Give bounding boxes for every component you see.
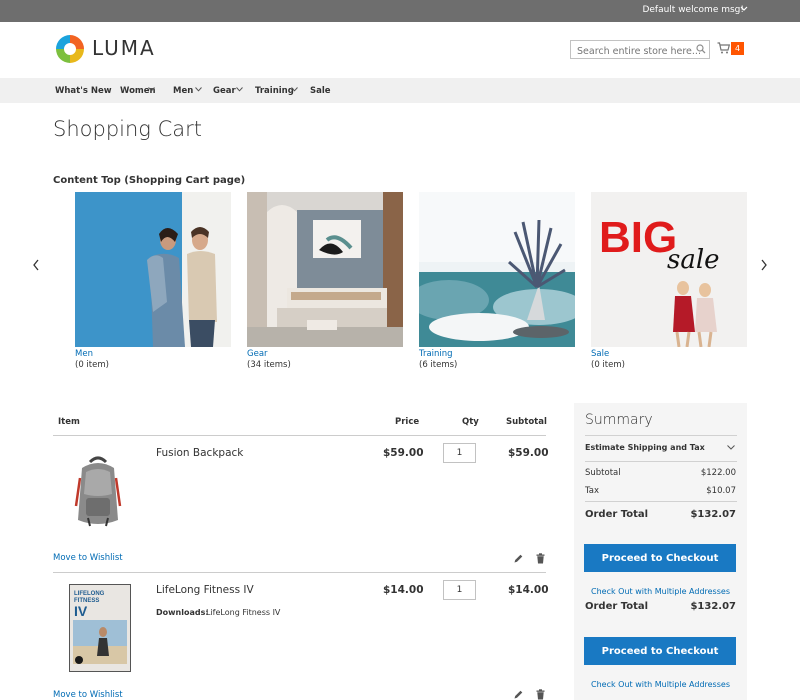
move-to-wishlist-link[interactable]: Move to Wishlist: [53, 690, 123, 700]
proceed-to-checkout-button[interactable]: Proceed to Checkout: [584, 544, 736, 572]
downloads-label: Downloads:: [156, 608, 209, 617]
carousel-next-icon[interactable]: [760, 259, 768, 271]
move-to-wishlist-link[interactable]: Move to Wishlist: [53, 553, 123, 563]
category-card-gear[interactable]: Gear (34 items): [247, 192, 403, 370]
summary-title: Summary: [585, 412, 653, 428]
column-header-item: Item: [58, 417, 80, 427]
checkout-multiple-addresses-link[interactable]: Check Out with Multiple Addresses: [574, 680, 747, 689]
cart-item-subtotal: $14.00: [508, 584, 549, 596]
order-total-label: Order Total: [585, 601, 649, 612]
tax-label: Tax: [585, 486, 600, 496]
proceed-to-checkout-button[interactable]: Proceed to Checkout: [584, 637, 736, 665]
search-input[interactable]: [570, 40, 710, 59]
trash-icon[interactable]: [535, 689, 546, 700]
luma-logo-icon[interactable]: [55, 34, 85, 64]
column-header-price: Price: [395, 417, 420, 427]
cart-item-subtotal: $59.00: [508, 447, 549, 459]
chevron-down-icon[interactable]: [236, 87, 243, 92]
men-category-image[interactable]: [75, 192, 231, 347]
table-divider: [53, 435, 546, 436]
sale-banner-sale: sale: [667, 245, 720, 275]
tax-value: $10.07: [706, 486, 736, 496]
category-card-sale[interactable]: BIG sale Sale (0 item): [591, 192, 747, 370]
carousel-prev-icon[interactable]: [32, 259, 40, 271]
dvd-title-line: IV: [74, 603, 88, 619]
quantity-input[interactable]: 1: [443, 580, 476, 600]
search-icon[interactable]: [696, 44, 706, 54]
nav-item-training[interactable]: Training: [255, 86, 294, 96]
chevron-down-icon[interactable]: [195, 87, 202, 92]
subtotal-label: Subtotal: [585, 468, 621, 478]
category-count-men: (0 item): [75, 360, 109, 370]
chevron-down-icon[interactable]: [727, 445, 735, 450]
category-count-sale: (0 item): [591, 360, 625, 370]
gear-category-image[interactable]: [247, 192, 403, 347]
content-top-title: Content Top (Shopping Cart page): [53, 175, 246, 186]
estimate-shipping-toggle[interactable]: Estimate Shipping and Tax: [585, 443, 705, 452]
edit-pencil-icon[interactable]: [513, 553, 524, 564]
top-bar: Default welcome msg!: [0, 0, 800, 22]
order-total-value: $132.07: [690, 601, 736, 612]
column-header-qty: Qty: [462, 417, 479, 427]
training-category-image[interactable]: [419, 192, 575, 347]
trash-icon[interactable]: [535, 553, 546, 564]
checkout-multiple-addresses-link[interactable]: Check Out with Multiple Addresses: [574, 587, 747, 596]
edit-pencil-icon[interactable]: [513, 689, 524, 700]
subtotal-value: $122.00: [700, 468, 736, 478]
cart-item-price: $59.00: [383, 447, 424, 459]
fusion-backpack-image[interactable]: [68, 454, 128, 530]
sale-category-image[interactable]: BIG sale: [591, 192, 747, 347]
main-navigation: What's New Women Men Gear Training Sale: [0, 78, 800, 103]
order-summary: Summary Estimate Shipping and Tax Subtot…: [574, 403, 747, 700]
chevron-down-icon[interactable]: [148, 87, 155, 92]
category-name-sale[interactable]: Sale: [591, 349, 609, 359]
lifelong-fitness-dvd-image[interactable]: LIFELONG FITNESS IV: [69, 584, 131, 672]
category-count-gear: (34 items): [247, 360, 291, 370]
shopping-cart-icon[interactable]: [717, 42, 730, 54]
nav-item-sale[interactable]: Sale: [310, 86, 331, 96]
summary-divider: [585, 435, 737, 436]
sale-banner-big: BIG: [599, 213, 677, 262]
cart-count-badge[interactable]: 4: [731, 42, 744, 55]
chevron-down-icon[interactable]: [740, 4, 748, 12]
summary-divider: [585, 501, 737, 502]
nav-item-men[interactable]: Men: [173, 86, 193, 96]
order-total-label: Order Total: [585, 509, 649, 520]
chevron-down-icon[interactable]: [291, 87, 298, 92]
table-divider: [53, 572, 546, 573]
column-header-subtotal: Subtotal: [506, 417, 547, 427]
cart-item-name[interactable]: Fusion Backpack: [156, 447, 243, 459]
order-total-value: $132.07: [690, 509, 736, 520]
nav-item-gear[interactable]: Gear: [213, 86, 236, 96]
category-name-gear[interactable]: Gear: [247, 349, 268, 359]
cart-item-name[interactable]: LifeLong Fitness IV: [156, 584, 254, 596]
quantity-input[interactable]: 1: [443, 443, 476, 463]
summary-divider: [585, 461, 737, 462]
category-card-men[interactable]: Men (0 item): [75, 192, 231, 370]
cart-item-price: $14.00: [383, 584, 424, 596]
category-name-training[interactable]: Training: [419, 349, 453, 359]
logo-text[interactable]: LUMA: [92, 36, 156, 60]
category-count-training: (6 items): [419, 360, 458, 370]
category-card-training[interactable]: Training (6 items): [419, 192, 575, 370]
category-name-men[interactable]: Men: [75, 349, 93, 359]
dvd-title-line: LIFELONG: [74, 591, 105, 597]
page-title: Shopping Cart: [53, 117, 202, 141]
welcome-message: Default welcome msg!: [642, 5, 744, 15]
downloads-value: LifeLong Fitness IV: [206, 608, 281, 617]
nav-item-whats-new[interactable]: What's New: [55, 86, 112, 96]
